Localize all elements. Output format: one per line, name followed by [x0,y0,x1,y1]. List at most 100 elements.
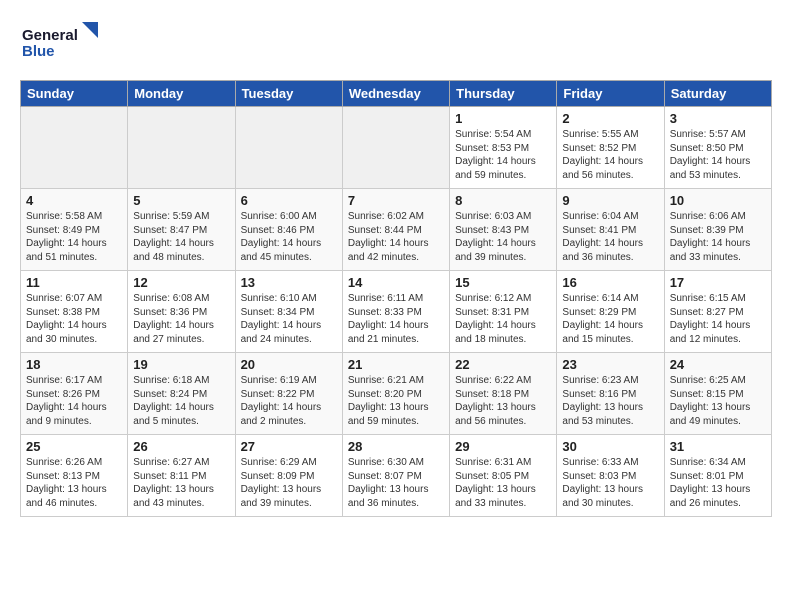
day-info: Sunrise: 6:03 AM Sunset: 8:43 PM Dayligh… [455,210,551,264]
calendar-cell: 12 Sunrise: 6:08 AM Sunset: 8:36 PM Dayli… [128,271,235,353]
day-number: 31 [670,439,766,454]
calendar-cell: 27 Sunrise: 6:29 AM Sunset: 8:09 PM Dayli… [235,435,342,517]
weekday-header-row: SundayMondayTuesdayWednesdayThursdayFrid… [21,81,772,107]
day-info: Sunrise: 6:10 AM Sunset: 8:34 PM Dayligh… [241,292,337,346]
calendar-cell: 1Sunrise: 5:54 AM Sunset: 8:53 PM Daylig… [450,107,557,189]
day-number: 27 [241,439,337,454]
calendar-week-4: 18 Sunrise: 6:17 AM Sunset: 8:26 PM Dayli… [21,353,772,435]
day-info: Sunrise: 5:57 AM Sunset: 8:50 PM Dayligh… [670,128,766,182]
day-info: Sunrise: 6:06 AM Sunset: 8:39 PM Dayligh… [670,210,766,264]
day-number: 15 [455,275,551,290]
calendar-cell [342,107,449,189]
day-number: 4 [26,193,122,208]
day-info: Sunrise: 5:54 AM Sunset: 8:53 PM Dayligh… [455,128,551,182]
weekday-header-monday: Monday [128,81,235,107]
day-info: Sunrise: 6:31 AM Sunset: 8:05 PM Dayligh… [455,456,551,510]
calendar-cell: 10 Sunrise: 6:06 AM Sunset: 8:39 PM Dayli… [664,189,771,271]
calendar-cell: 17 Sunrise: 6:15 AM Sunset: 8:27 PM Dayli… [664,271,771,353]
weekday-header-sunday: Sunday [21,81,128,107]
day-info: Sunrise: 5:55 AM Sunset: 8:52 PM Dayligh… [562,128,658,182]
day-number: 19 [133,357,229,372]
day-number: 22 [455,357,551,372]
day-number: 29 [455,439,551,454]
day-number: 24 [670,357,766,372]
day-info: Sunrise: 6:04 AM Sunset: 8:41 PM Dayligh… [562,210,658,264]
calendar-table: SundayMondayTuesdayWednesdayThursdayFrid… [20,80,772,517]
calendar-cell: 14 Sunrise: 6:11 AM Sunset: 8:33 PM Dayli… [342,271,449,353]
calendar-cell: 11 Sunrise: 6:07 AM Sunset: 8:38 PM Dayli… [21,271,128,353]
day-info: Sunrise: 5:58 AM Sunset: 8:49 PM Dayligh… [26,210,122,264]
day-info: Sunrise: 6:33 AM Sunset: 8:03 PM Dayligh… [562,456,658,510]
calendar-cell: 3 Sunrise: 5:57 AM Sunset: 8:50 PM Daylig… [664,107,771,189]
calendar-week-1: 1Sunrise: 5:54 AM Sunset: 8:53 PM Daylig… [21,107,772,189]
calendar-cell: 8Sunrise: 6:03 AM Sunset: 8:43 PM Daylig… [450,189,557,271]
day-number: 16 [562,275,658,290]
day-info: Sunrise: 6:15 AM Sunset: 8:27 PM Dayligh… [670,292,766,346]
day-number: 17 [670,275,766,290]
day-info: Sunrise: 6:21 AM Sunset: 8:20 PM Dayligh… [348,374,444,428]
day-info: Sunrise: 6:02 AM Sunset: 8:44 PM Dayligh… [348,210,444,264]
calendar-cell: 21Sunrise: 6:21 AM Sunset: 8:20 PM Dayli… [342,353,449,435]
day-info: Sunrise: 6:00 AM Sunset: 8:46 PM Dayligh… [241,210,337,264]
calendar-cell: 19 Sunrise: 6:18 AM Sunset: 8:24 PM Dayli… [128,353,235,435]
day-number: 2 [562,111,658,126]
calendar-cell: 25Sunrise: 6:26 AM Sunset: 8:13 PM Dayli… [21,435,128,517]
calendar-cell: 2 Sunrise: 5:55 AM Sunset: 8:52 PM Daylig… [557,107,664,189]
calendar-cell: 4 Sunrise: 5:58 AM Sunset: 8:49 PM Daylig… [21,189,128,271]
page-header: General Blue [20,20,772,70]
day-number: 30 [562,439,658,454]
day-number: 18 [26,357,122,372]
calendar-cell: 15 Sunrise: 6:12 AM Sunset: 8:31 PM Dayli… [450,271,557,353]
calendar-cell: 30 Sunrise: 6:33 AM Sunset: 8:03 PM Dayli… [557,435,664,517]
day-number: 12 [133,275,229,290]
day-info: Sunrise: 6:12 AM Sunset: 8:31 PM Dayligh… [455,292,551,346]
day-info: Sunrise: 6:27 AM Sunset: 8:11 PM Dayligh… [133,456,229,510]
day-number: 14 [348,275,444,290]
day-number: 9 [562,193,658,208]
calendar-week-3: 11 Sunrise: 6:07 AM Sunset: 8:38 PM Dayli… [21,271,772,353]
day-info: Sunrise: 6:22 AM Sunset: 8:18 PM Dayligh… [455,374,551,428]
day-number: 28 [348,439,444,454]
day-info: Sunrise: 6:11 AM Sunset: 8:33 PM Dayligh… [348,292,444,346]
day-number: 23 [562,357,658,372]
day-number: 5 [133,193,229,208]
calendar-cell: 7 Sunrise: 6:02 AM Sunset: 8:44 PM Daylig… [342,189,449,271]
calendar-cell: 22 Sunrise: 6:22 AM Sunset: 8:18 PM Dayli… [450,353,557,435]
calendar-cell: 24 Sunrise: 6:25 AM Sunset: 8:15 PM Dayli… [664,353,771,435]
calendar-cell: 31Sunrise: 6:34 AM Sunset: 8:01 PM Dayli… [664,435,771,517]
calendar-cell: 18 Sunrise: 6:17 AM Sunset: 8:26 PM Dayli… [21,353,128,435]
day-info: Sunrise: 6:29 AM Sunset: 8:09 PM Dayligh… [241,456,337,510]
calendar-cell [128,107,235,189]
day-number: 25 [26,439,122,454]
calendar-cell: 20Sunrise: 6:19 AM Sunset: 8:22 PM Dayli… [235,353,342,435]
calendar-cell: 13 Sunrise: 6:10 AM Sunset: 8:34 PM Dayli… [235,271,342,353]
day-info: Sunrise: 6:17 AM Sunset: 8:26 PM Dayligh… [26,374,122,428]
day-number: 6 [241,193,337,208]
calendar-cell: 9 Sunrise: 6:04 AM Sunset: 8:41 PM Daylig… [557,189,664,271]
day-info: Sunrise: 6:18 AM Sunset: 8:24 PM Dayligh… [133,374,229,428]
svg-text:Blue: Blue [22,43,55,60]
day-info: Sunrise: 6:25 AM Sunset: 8:15 PM Dayligh… [670,374,766,428]
weekday-header-saturday: Saturday [664,81,771,107]
calendar-cell [21,107,128,189]
logo: General Blue [20,20,100,70]
day-info: Sunrise: 6:14 AM Sunset: 8:29 PM Dayligh… [562,292,658,346]
calendar-week-2: 4 Sunrise: 5:58 AM Sunset: 8:49 PM Daylig… [21,189,772,271]
day-number: 11 [26,275,122,290]
day-info: Sunrise: 6:08 AM Sunset: 8:36 PM Dayligh… [133,292,229,346]
day-number: 3 [670,111,766,126]
day-number: 13 [241,275,337,290]
calendar-cell: 16 Sunrise: 6:14 AM Sunset: 8:29 PM Dayli… [557,271,664,353]
calendar-cell: 23 Sunrise: 6:23 AM Sunset: 8:16 PM Dayli… [557,353,664,435]
calendar-cell: 6 Sunrise: 6:00 AM Sunset: 8:46 PM Daylig… [235,189,342,271]
logo-svg: General Blue [20,20,100,70]
calendar-cell: 26 Sunrise: 6:27 AM Sunset: 8:11 PM Dayli… [128,435,235,517]
day-number: 26 [133,439,229,454]
svg-text:General: General [22,27,78,44]
day-info: Sunrise: 5:59 AM Sunset: 8:47 PM Dayligh… [133,210,229,264]
day-info: Sunrise: 6:07 AM Sunset: 8:38 PM Dayligh… [26,292,122,346]
day-info: Sunrise: 6:23 AM Sunset: 8:16 PM Dayligh… [562,374,658,428]
day-number: 7 [348,193,444,208]
day-number: 20 [241,357,337,372]
day-number: 10 [670,193,766,208]
